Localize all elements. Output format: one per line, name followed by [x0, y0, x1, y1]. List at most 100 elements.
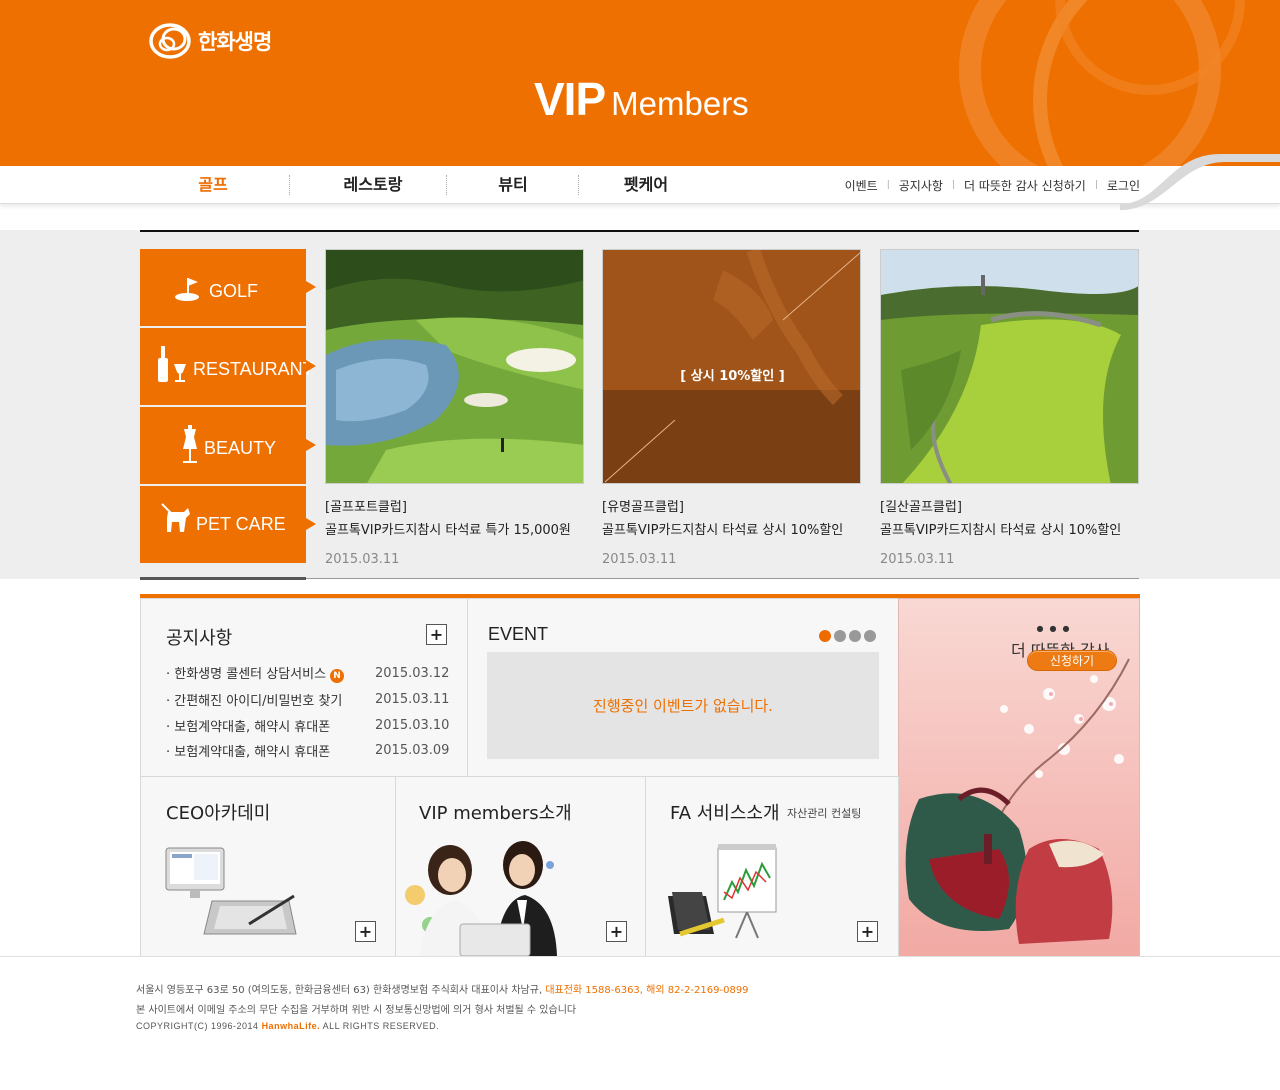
- card-description: 골프톡VIP카드지참시 타석료 상시 10%할인: [880, 523, 1122, 538]
- copyright-text: COPYRIGHT(C) 1996-2014: [136, 1021, 259, 1031]
- notice-item[interactable]: · 간편해진 아이디/비밀번호 찾기 2015.03.11: [166, 689, 456, 709]
- main-navbar: 골프 레스토랑 뷰티 펫케어 이벤트 | 공지사항 | 더 따뜻한 감사 신청하…: [0, 166, 1280, 204]
- card-description: 골프톡VIP카드지참시 타석료 특가 15,000원: [325, 523, 571, 538]
- site-title: VIP Members: [534, 72, 749, 126]
- notice-item[interactable]: · 보험계약대출, 해약시 휴대폰 2015.03.10: [166, 715, 456, 735]
- event-pager-dot[interactable]: [834, 630, 846, 642]
- notice-item[interactable]: · 보험계약대출, 해약시 휴대폰 2015.03.09: [166, 740, 456, 760]
- footer-address-text: 서울시 영등포구 63로 50 (여의도동, 한화금융센터 63) 한화생명보험…: [136, 985, 543, 996]
- card-club-name: [유명골프클럽]: [602, 500, 684, 515]
- footer-notice: 본 사이트에서 이메일 주소의 무단 수집을 거부하며 위반 시 정보통신망법에…: [136, 1005, 577, 1016]
- computer-tablet-icon: [165, 847, 297, 935]
- category-beauty[interactable]: BEAUTY: [140, 407, 316, 484]
- util-event-link[interactable]: 이벤트: [845, 177, 878, 194]
- footer-address: 서울시 영등포구 63로 50 (여의도동, 한화금융센터 63) 한화생명보험…: [136, 981, 749, 996]
- category-label: BEAUTY: [204, 438, 277, 458]
- golf-course-photo: [325, 249, 584, 484]
- card-club-name: [길산골프클럽]: [880, 500, 962, 515]
- notice-item-text: · 보험계약대출, 해약시 휴대폰: [166, 719, 331, 735]
- promo-banner[interactable]: ●●● 더 따뜻한 감사 신청하기: [898, 598, 1140, 957]
- dress-form-icon: [180, 425, 200, 469]
- card-date: 2015.03.11: [325, 552, 400, 567]
- people-laptop-illustration: [405, 841, 557, 956]
- footer-copyright: COPYRIGHT(C) 1996-2014 HanwhaLife. ALL R…: [136, 1021, 439, 1031]
- nav-restaurant[interactable]: 레스토랑: [335, 166, 411, 204]
- golf-card-1[interactable]: [골프포트클럽] 골프톡VIP카드지참시 타석료 특가 15,000원 2015…: [325, 249, 584, 567]
- category-petcare[interactable]: PET CARE: [140, 486, 316, 563]
- band-top-border: [140, 230, 1139, 232]
- nav-divider: [578, 175, 579, 195]
- notice-item-text: · 보험계약대출, 해약시 휴대폰: [166, 744, 331, 760]
- promo-apply-button[interactable]: 신청하기: [1027, 650, 1117, 671]
- category-label: GOLF: [209, 281, 259, 301]
- nav-divider: [446, 175, 447, 195]
- fa-service-title: FA 서비스소개: [670, 803, 780, 824]
- discount-overlay: [ 상시 10%할인 ]: [680, 369, 785, 384]
- notice-item-date: 2015.03.10: [375, 717, 450, 733]
- notice-item-text: · 한화생명 콜센터 상담서비스: [166, 667, 327, 682]
- title-vip: VIP: [534, 73, 606, 125]
- util-divider: |: [951, 180, 955, 190]
- util-notice-link[interactable]: 공지사항: [899, 177, 943, 194]
- event-pager-dot[interactable]: [849, 630, 861, 642]
- golf-icon: [174, 277, 204, 307]
- footer-phone: 대표전화 1588-6363, 해외 82-2-2169-0899: [545, 985, 749, 996]
- new-badge-icon: N: [330, 669, 345, 683]
- band-bottom-accent: [140, 577, 306, 580]
- promo-dots-decoration: ●●●: [1036, 624, 1076, 633]
- notice-more-button[interactable]: +: [426, 624, 447, 645]
- notice-item-date: 2015.03.09: [375, 742, 450, 758]
- wine-icon: [156, 344, 190, 388]
- event-empty-panel: 진행중인 이벤트가 없습니다.: [487, 652, 879, 759]
- category-label: PET CARE: [196, 514, 286, 534]
- event-pager-dot[interactable]: [864, 630, 876, 642]
- card-date: 2015.03.11: [602, 552, 677, 567]
- notice-item[interactable]: · 한화생명 콜센터 상담서비스 N 2015.03.12: [166, 663, 456, 683]
- event-pager: [816, 627, 876, 646]
- event-title: EVENT: [488, 624, 549, 644]
- nav-curve-decoration: [1120, 154, 1280, 210]
- nav-beauty[interactable]: 뷰티: [490, 166, 536, 204]
- nav-divider: [289, 175, 290, 195]
- golf-card-3[interactable]: [길산골프클럽] 골프톡VIP카드지참시 타석료 상시 10%할인 2015.0…: [880, 249, 1139, 567]
- category-arrow: [306, 281, 316, 293]
- util-divider: |: [1094, 180, 1098, 190]
- ceo-academy-more-button[interactable]: +: [355, 921, 376, 942]
- notice-item-date: 2015.03.12: [375, 665, 450, 681]
- notice-title: 공지사항: [166, 628, 233, 649]
- event-empty-message: 진행중인 이벤트가 없습니다.: [593, 697, 773, 715]
- golf-course-photo: [880, 249, 1139, 484]
- hanwha-logo-icon: [149, 23, 191, 59]
- util-divider: |: [886, 180, 890, 190]
- category-arrow: [306, 360, 316, 372]
- golf-card-2[interactable]: [ 상시 10%할인 ] [유명골프클럽] 골프톡VIP카드지참시 타석료 상시…: [602, 249, 861, 567]
- chart-board-icon: [668, 844, 777, 939]
- header-swirl-decoration: [959, 0, 1245, 166]
- card-description: 골프톡VIP카드지참시 타석료 상시 10%할인: [602, 523, 844, 538]
- category-arrow: [306, 518, 316, 530]
- copyright-brand: HanwhaLife.: [261, 1021, 321, 1031]
- util-apply-link[interactable]: 더 따뜻한 감사 신청하기: [964, 177, 1086, 194]
- event-pager-dot[interactable]: [819, 630, 831, 642]
- site-header: 한화생명 VIP Members: [0, 0, 1280, 166]
- copyright-rights: ALL RIGHTS RESERVED.: [322, 1021, 440, 1031]
- utility-nav: 이벤트 | 공지사항 | 더 따뜻한 감사 신청하기 | 로그인: [845, 166, 1140, 204]
- logo-text: 한화생명: [198, 30, 272, 54]
- nav-golf[interactable]: 골프: [190, 166, 236, 204]
- ceo-academy-title: CEO아카데미: [166, 803, 271, 824]
- category-golf[interactable]: GOLF: [140, 249, 316, 326]
- category-arrow: [306, 439, 316, 451]
- nav-petcare[interactable]: 펫케어: [615, 166, 677, 204]
- hanwha-logo[interactable]: 한화생명: [148, 20, 272, 62]
- vip-members-more-button[interactable]: +: [606, 921, 627, 942]
- fa-service-more-button[interactable]: +: [857, 921, 878, 942]
- dog-icon: [158, 502, 192, 542]
- golf-promo-photo: [ 상시 10%할인 ]: [602, 249, 861, 484]
- card-date: 2015.03.11: [880, 552, 955, 567]
- category-label: RESTAURANT: [193, 359, 314, 379]
- card-club-name: [골프포트클럽]: [325, 500, 407, 515]
- notice-item-date: 2015.03.11: [375, 691, 450, 707]
- title-members: Members: [611, 85, 749, 122]
- site-footer: 서울시 영등포구 63로 50 (여의도동, 한화금융센터 63) 한화생명보험…: [0, 956, 1280, 1090]
- category-restaurant[interactable]: RESTAURANT: [140, 328, 316, 405]
